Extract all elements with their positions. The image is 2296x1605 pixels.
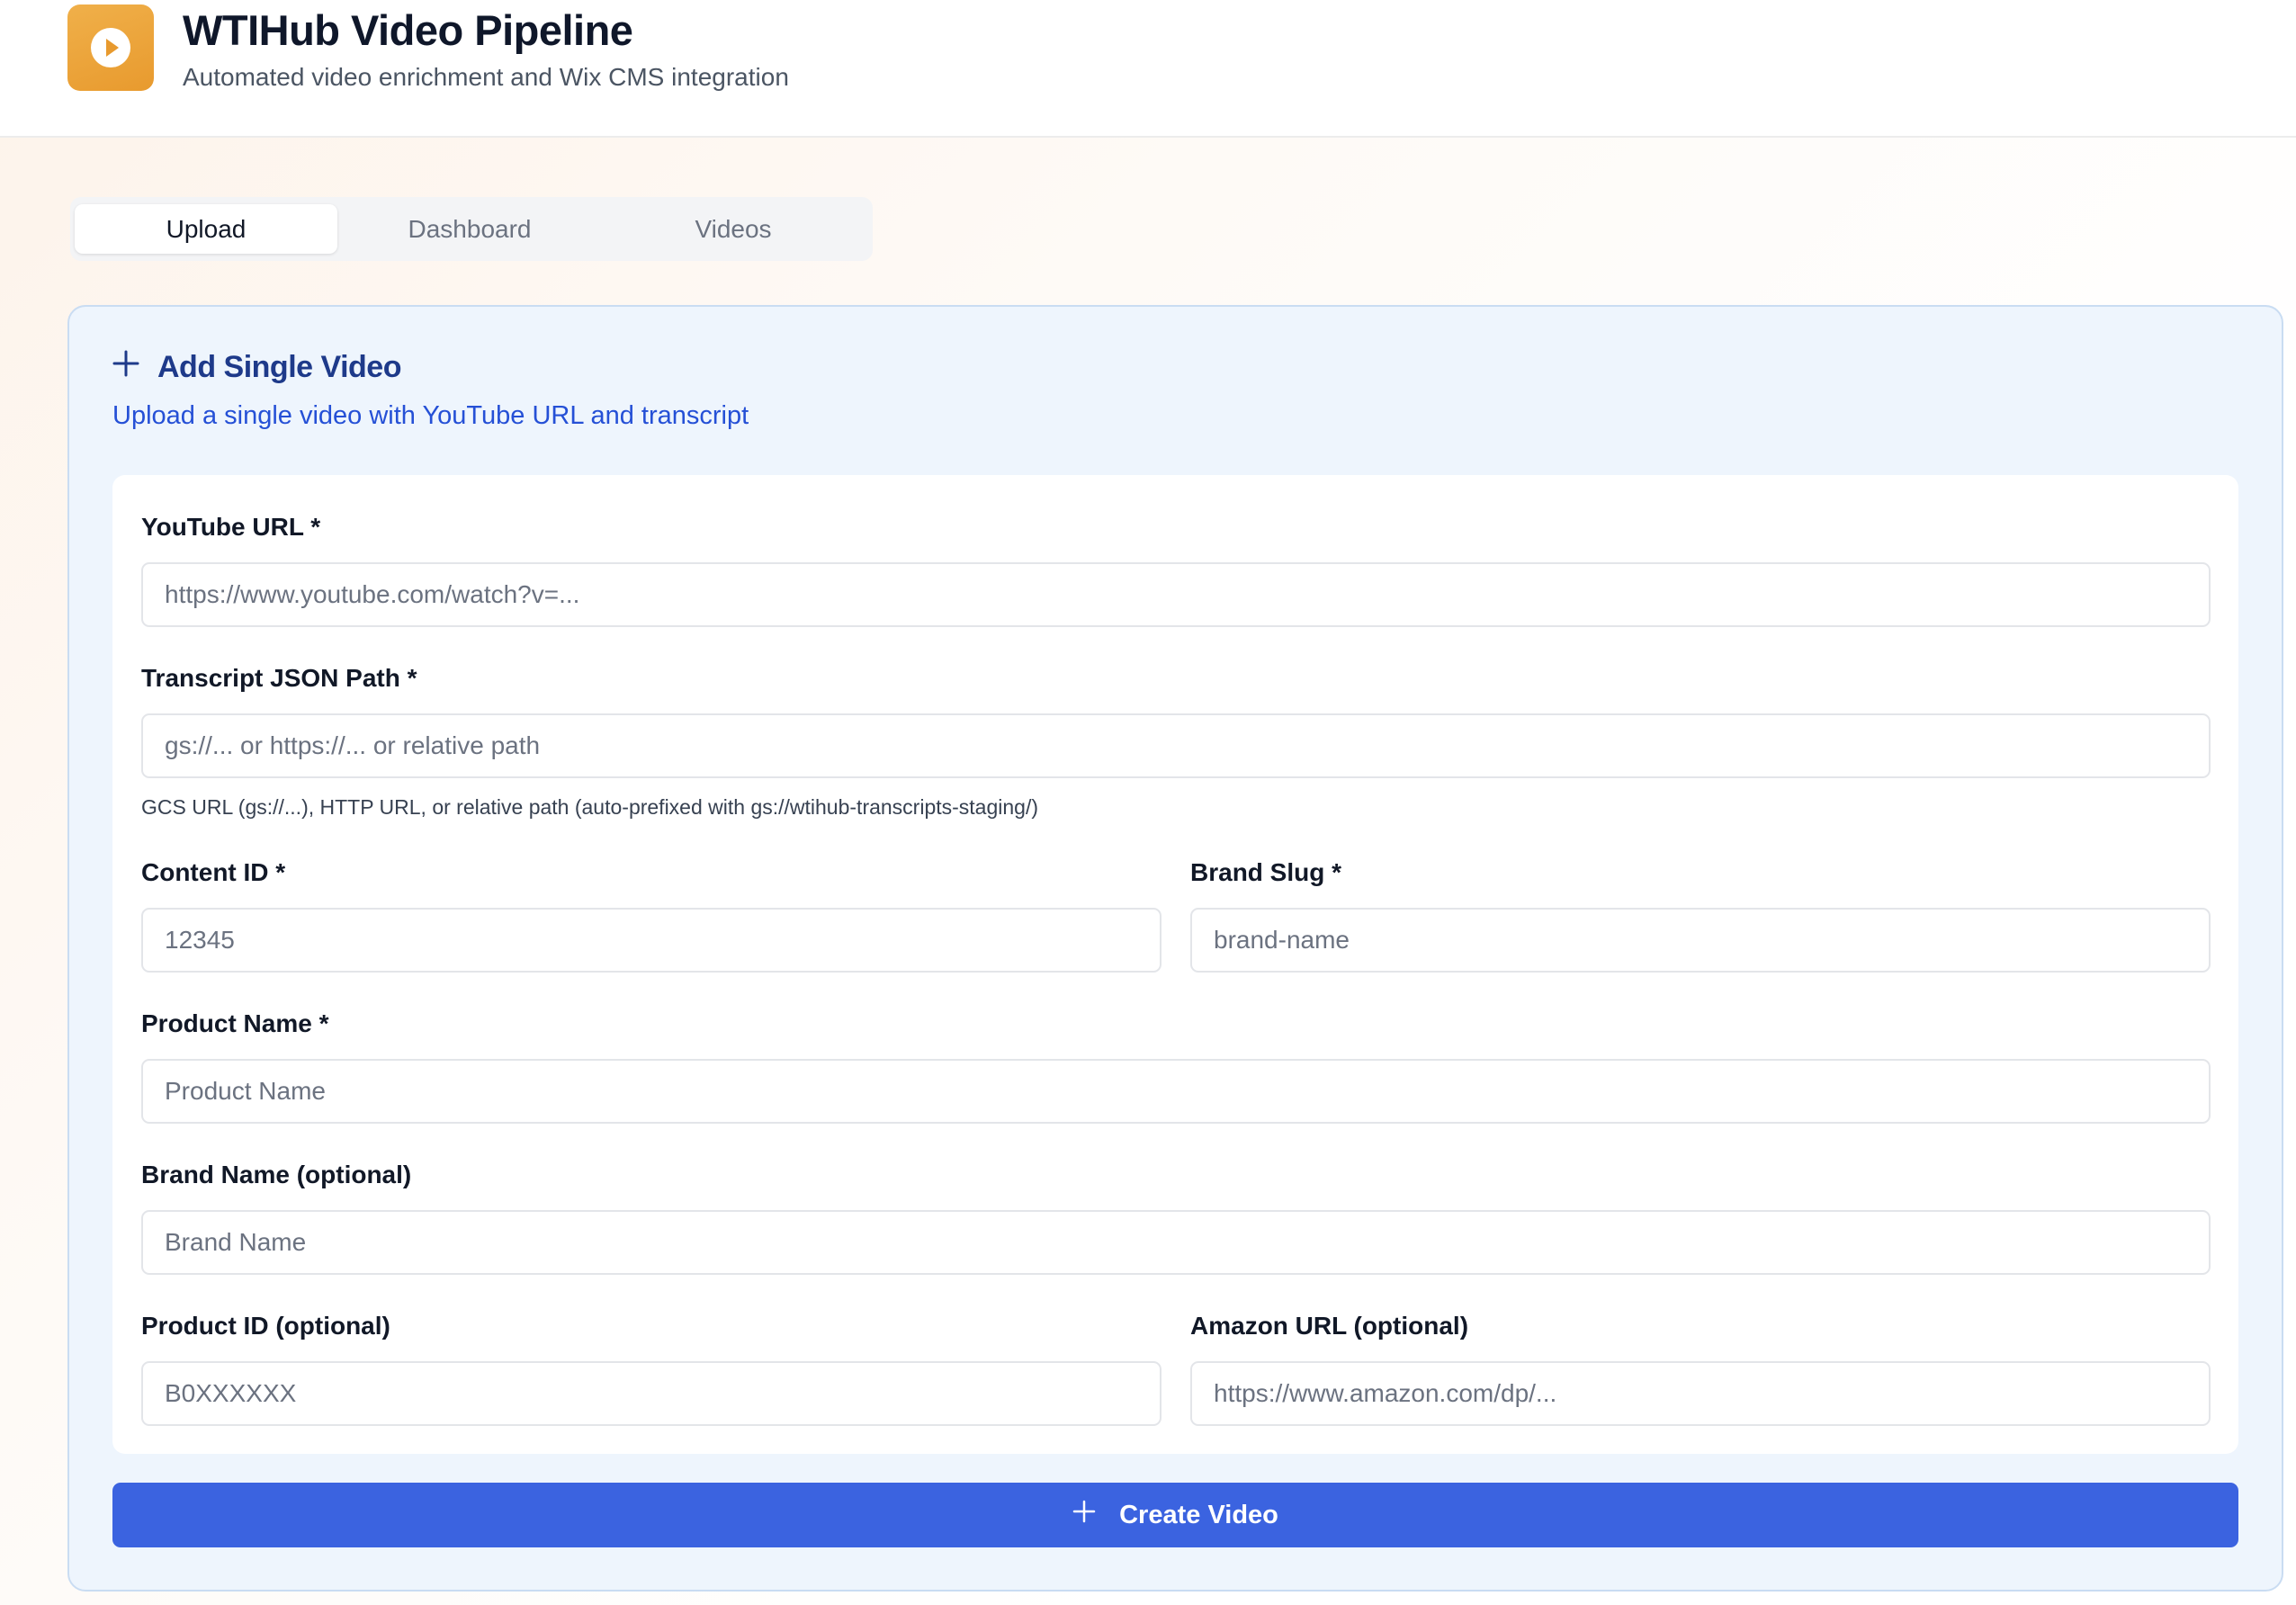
card-description: Upload a single video with YouTube URL a… [112, 401, 749, 430]
create-video-label: Create Video [1119, 1500, 1278, 1529]
transcript-path-hint: GCS URL (gs://...), HTTP URL, or relativ… [141, 795, 1039, 819]
amazon-url-input[interactable] [1190, 1361, 2211, 1426]
tab-videos[interactable]: Videos [602, 204, 865, 254]
play-circle-icon [67, 4, 154, 91]
amazon-url-label: Amazon URL (optional) [1190, 1312, 1469, 1340]
product-name-label: Product Name * [141, 1009, 329, 1037]
brand-slug-input[interactable] [1190, 908, 2211, 973]
transcript-path-label: Transcript JSON Path * [141, 664, 417, 692]
app-header: WTIHub Video Pipeline Automated video en… [0, 0, 2296, 138]
plus-icon [1072, 1500, 1096, 1530]
product-id-input[interactable] [141, 1361, 1161, 1426]
app-title: WTIHub Video Pipeline [183, 6, 633, 54]
brand-slug-label: Brand Slug * [1190, 858, 1342, 886]
tab-dashboard[interactable]: Dashboard [338, 204, 601, 254]
plus-icon [112, 350, 139, 385]
brand-name-label: Brand Name (optional) [141, 1161, 412, 1188]
brand-name-input[interactable] [141, 1210, 2211, 1275]
youtube-url-input[interactable] [141, 562, 2211, 627]
tab-bar: Upload Dashboard Videos [70, 197, 873, 261]
card-title-text: Add Single Video [157, 349, 401, 384]
youtube-url-label: YouTube URL * [141, 513, 321, 541]
product-id-label: Product ID (optional) [141, 1312, 390, 1340]
app-subtitle: Automated video enrichment and Wix CMS i… [183, 63, 789, 91]
create-video-button[interactable]: Create Video [112, 1483, 2238, 1547]
transcript-path-input[interactable] [141, 713, 2211, 778]
content-id-label: Content ID * [141, 858, 286, 886]
product-name-input[interactable] [141, 1059, 2211, 1124]
content-id-input[interactable] [141, 908, 1161, 973]
tab-upload[interactable]: Upload [75, 204, 337, 254]
card-title: Add Single Video [112, 345, 401, 390]
